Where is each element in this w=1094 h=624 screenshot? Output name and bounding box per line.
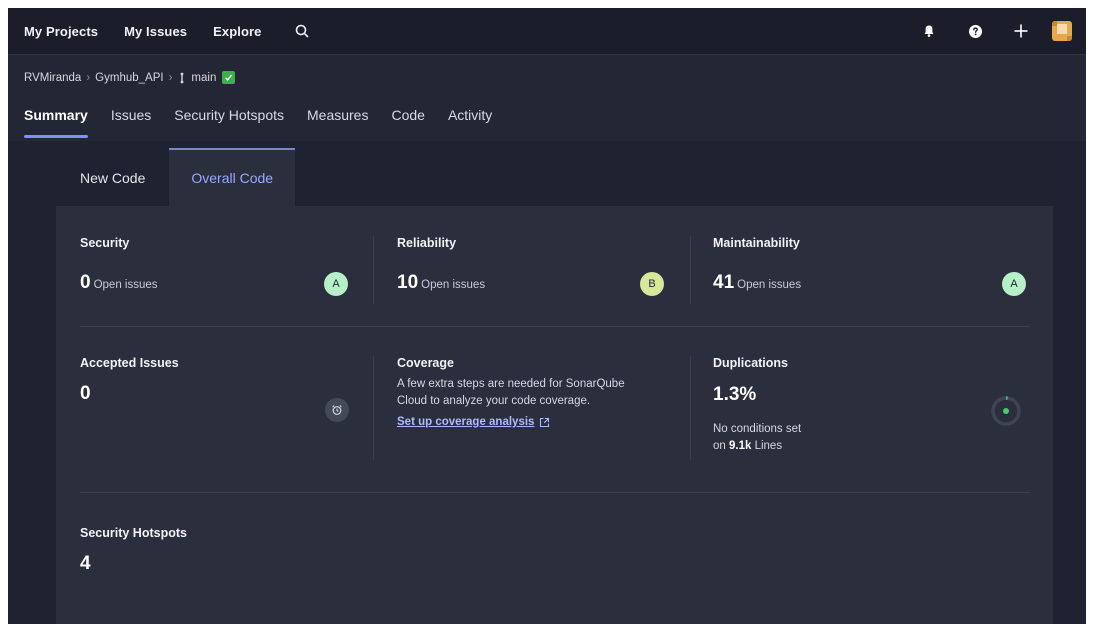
duplications-card: Duplications 1.3% No conditions set on 9… [713,356,801,455]
tab-new-code[interactable]: New Code [56,148,169,206]
bell-icon[interactable] [920,22,938,40]
coverage-description-line2: Cloud to analyze your code coverage. [397,395,591,407]
divider [373,236,374,304]
divider [373,356,374,460]
breadcrumb-separator: › [86,71,91,84]
tab-overall-code[interactable]: Overall Code [169,148,296,206]
breadcrumb-project[interactable]: Gymhub_API [95,72,163,84]
coverage-card: Coverage A few extra steps are needed fo… [397,356,697,430]
maintainability-count[interactable]: 41 [713,272,734,294]
duplications-note: No conditions set [713,423,802,435]
duplications-title: Duplications [713,356,789,370]
project-header: RVMiranda › Gymhub_API › main Summary Is… [8,55,1086,141]
maintainability-rating-badge[interactable]: A [1002,272,1026,296]
branch-name[interactable]: main [191,72,216,84]
accepted-issues-card: Accepted Issues 0 [80,356,179,405]
tab-summary[interactable]: Summary [24,106,88,138]
duplications-value[interactable]: 1.3% [713,384,801,406]
main-content: New Code Overall Code Security 0 Open is… [8,142,1086,624]
security-hotspots-card: Security Hotspots 4 [80,526,187,575]
duplications-donut-icon[interactable] [989,394,1023,428]
security-count[interactable]: 0 [80,272,91,294]
breadcrumb: RVMiranda › Gymhub_API › main [24,71,236,84]
maintainability-label: Open issues [737,279,802,291]
tab-activity[interactable]: Activity [448,106,492,138]
breadcrumb-org[interactable]: RVMiranda [24,72,81,84]
row-divider [80,492,1030,493]
project-tabs: Summary Issues Security Hotspots Measure… [24,106,515,138]
tab-measures[interactable]: Measures [307,106,368,138]
row-divider [80,326,1030,327]
coverage-description-line1: A few extra steps are needed for SonarQu… [397,378,625,390]
top-navigation: My Projects My Issues Explore [8,8,1086,55]
coverage-title: Coverage [397,356,454,370]
security-rating-badge[interactable]: A [324,272,348,296]
reliability-label: Open issues [421,279,486,291]
branch-icon [181,72,184,83]
divider [690,356,691,460]
security-card: Security 0 Open issues [80,236,158,294]
reliability-count[interactable]: 10 [397,272,418,294]
avatar[interactable] [1052,21,1072,41]
setup-coverage-link-label: Set up coverage analysis [397,416,535,428]
security-hotspots-title: Security Hotspots [80,526,187,540]
accepted-issues-count[interactable]: 0 [80,383,179,405]
reliability-rating-badge[interactable]: B [640,272,664,296]
code-period-tabs: New Code Overall Code [56,148,296,206]
duplications-lines-count: 9.1k [729,440,752,452]
security-label: Open issues [93,279,158,291]
measures-panel: Security 0 Open issues A Reliability 10 … [56,206,1053,624]
plus-icon[interactable] [1012,22,1030,40]
reliability-card: Reliability 10 Open issues [397,236,485,294]
tab-security-hotspots[interactable]: Security Hotspots [174,106,284,138]
nav-explore[interactable]: Explore [213,24,261,39]
tab-issues[interactable]: Issues [111,106,151,138]
reliability-title: Reliability [397,236,457,250]
external-link-icon [540,417,550,427]
nav-my-projects[interactable]: My Projects [24,24,98,39]
duplications-lines-text: on 9.1k Lines [713,440,783,452]
accepted-issues-title: Accepted Issues [80,356,179,370]
search-icon[interactable] [294,23,310,39]
breadcrumb-separator: › [168,71,173,84]
nav-my-issues[interactable]: My Issues [124,24,187,39]
maintainability-title: Maintainability [713,236,800,250]
app-window: My Projects My Issues Explore RVMiranda … [8,8,1086,624]
setup-coverage-link[interactable]: Set up coverage analysis [397,416,550,428]
tab-code[interactable]: Code [391,106,424,138]
security-hotspots-count[interactable]: 4 [80,553,187,575]
help-icon[interactable] [966,22,984,40]
alarm-clock-icon [325,398,349,422]
check-icon [222,71,236,84]
security-title: Security [80,236,130,250]
maintainability-card: Maintainability 41 Open issues [713,236,801,294]
divider [690,236,691,304]
